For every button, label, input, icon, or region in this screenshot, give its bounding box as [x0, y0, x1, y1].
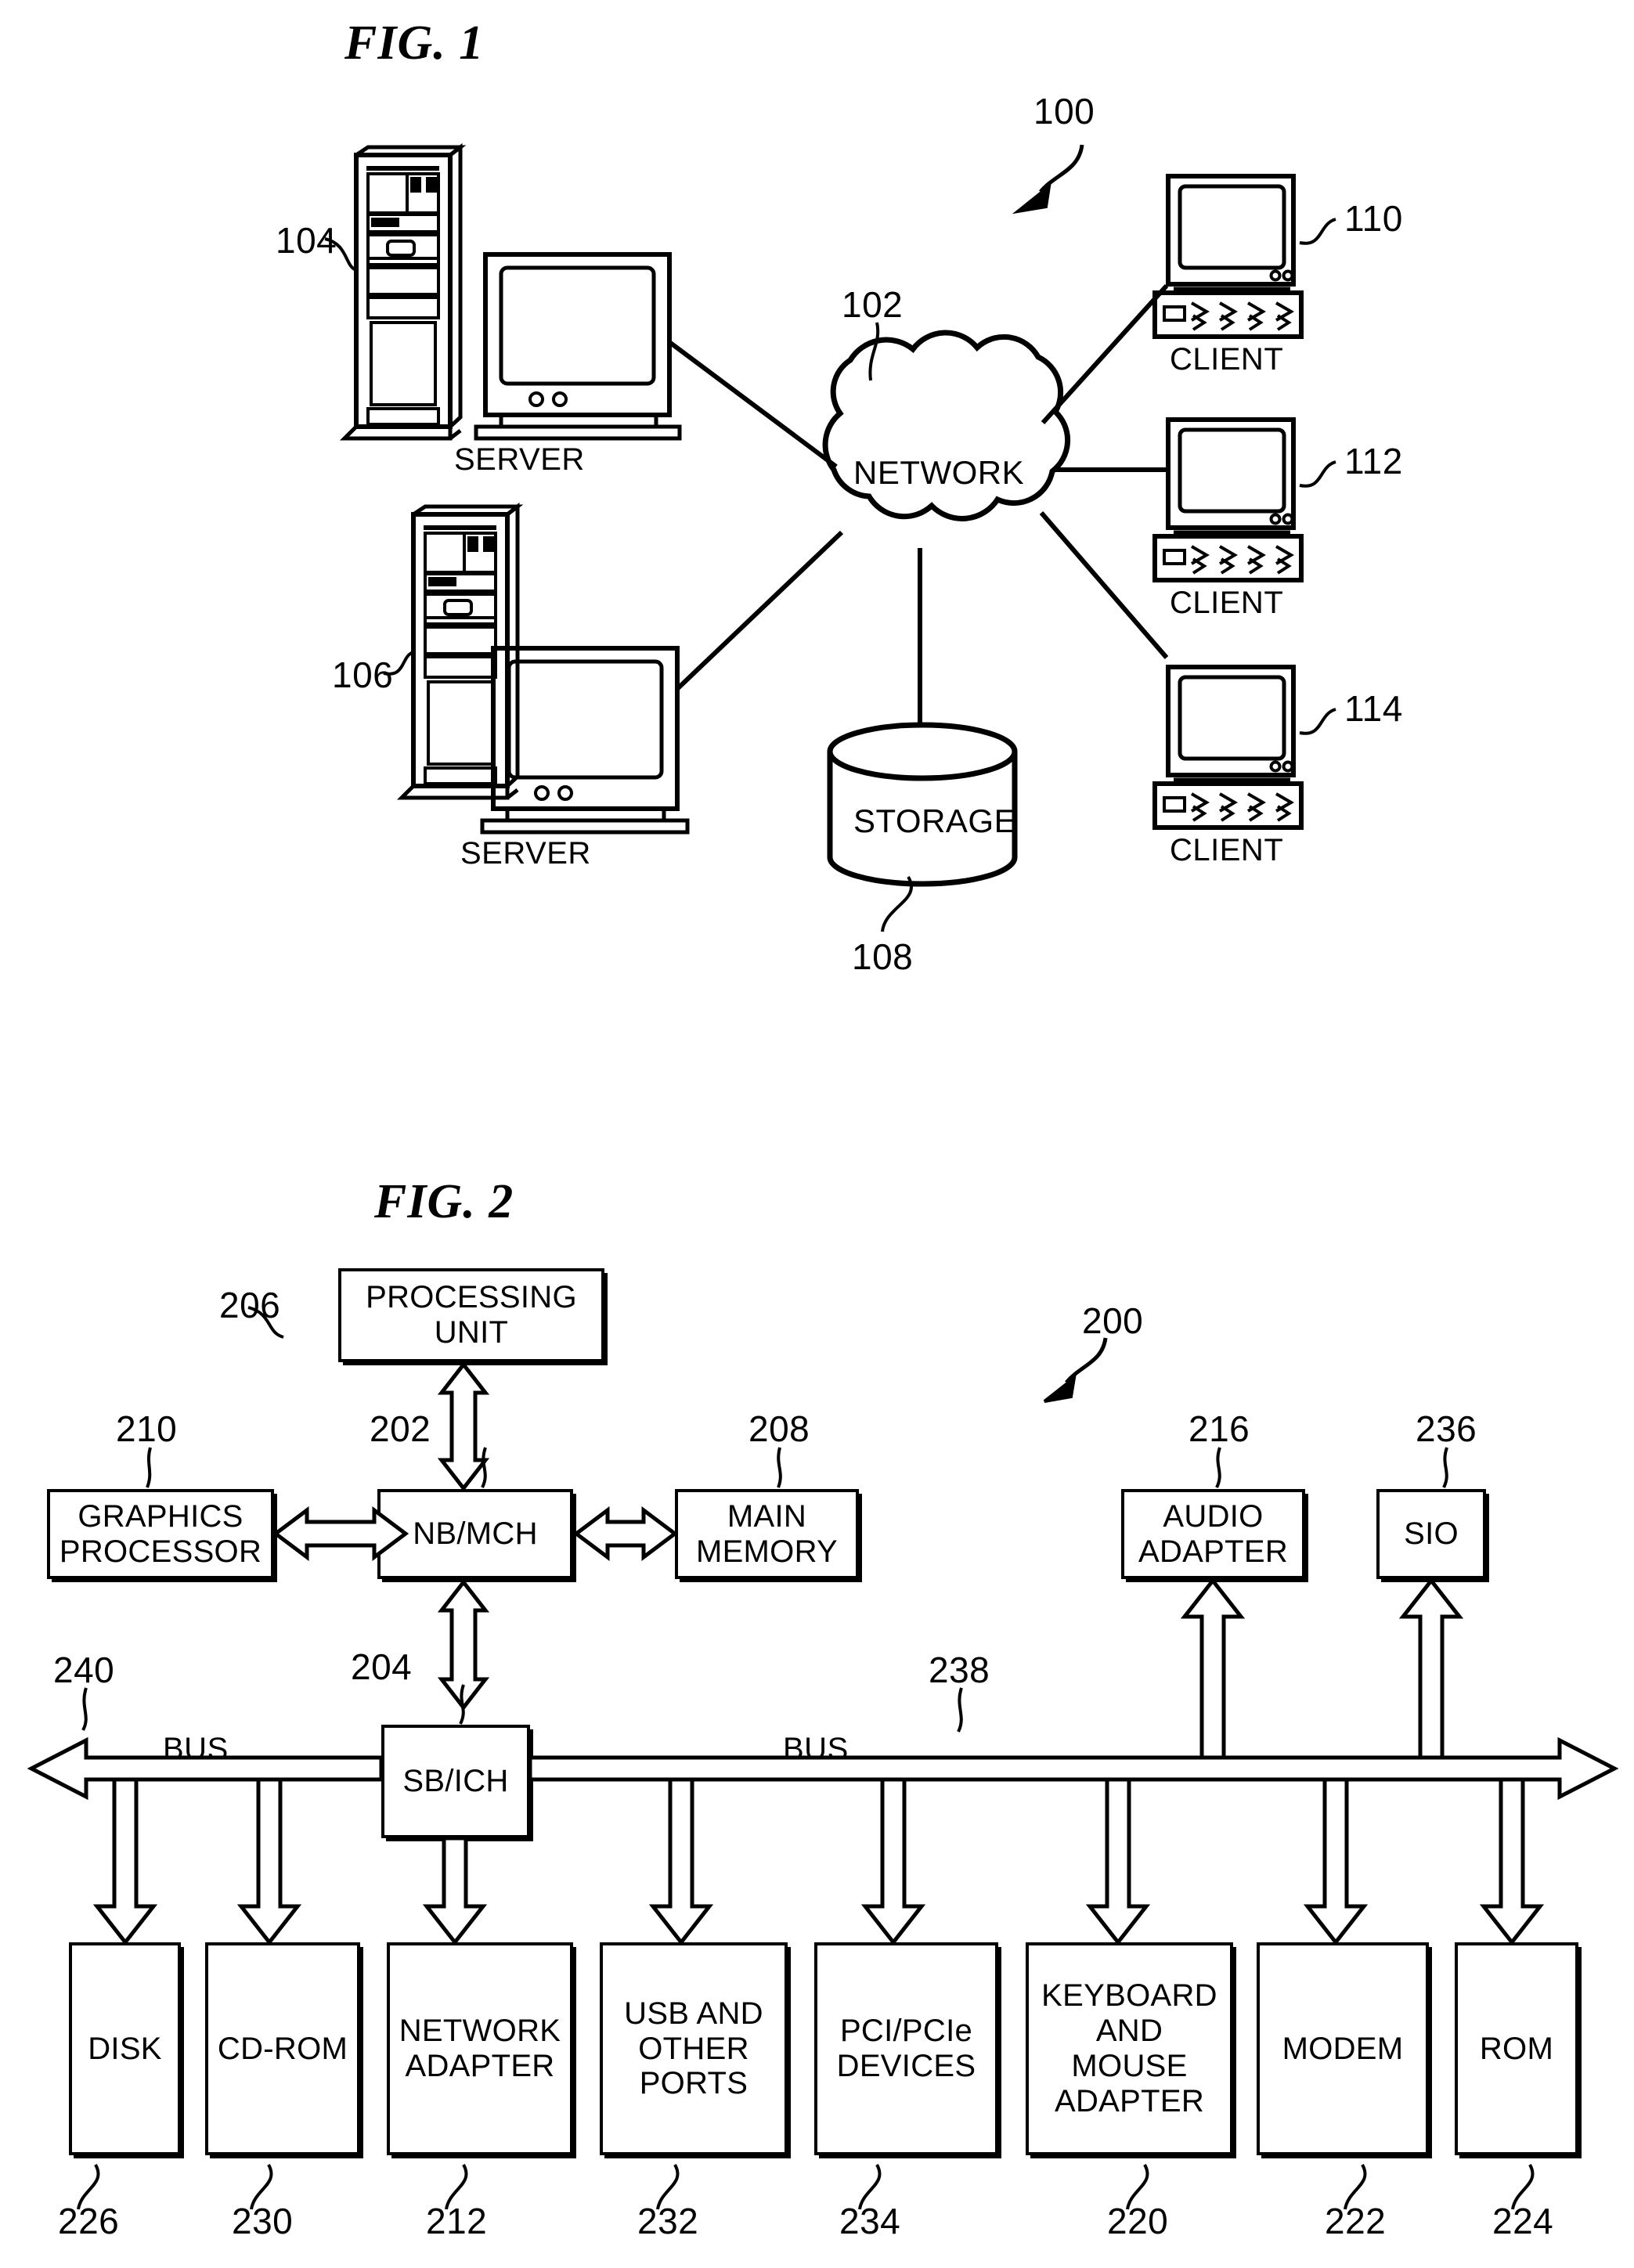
ref-208: 208	[748, 1408, 810, 1449]
ref-238: 238	[929, 1650, 990, 1690]
leader-210	[146, 1447, 152, 1488]
leader-114	[1299, 708, 1336, 735]
leader-216	[1215, 1447, 1221, 1488]
bus-up-arrows	[1180, 1577, 1464, 1760]
label-bus-left: BUS	[163, 1732, 229, 1766]
arrow-gp-nbmch	[272, 1506, 409, 1561]
label-network: NETWORK	[853, 454, 1025, 491]
arrow-pu-nbmch	[437, 1361, 490, 1492]
ref-110: 110	[1344, 198, 1403, 239]
link-server106-network	[675, 530, 844, 691]
leader-110	[1299, 218, 1336, 245]
ref-240: 240	[53, 1650, 115, 1690]
ref-212: 212	[426, 2201, 488, 2241]
ref-108: 108	[852, 936, 914, 977]
ref-100: 100	[1033, 91, 1095, 132]
client-112	[1152, 417, 1304, 582]
ref-202: 202	[370, 1408, 431, 1449]
fig2-artwork	[27, 1306, 1619, 2210]
label-bus-right: BUS	[783, 1732, 849, 1766]
ref-102: 102	[842, 284, 904, 325]
arrow-nbmch-mm	[572, 1506, 679, 1561]
server-104-monitor	[474, 252, 682, 441]
link-network-client114	[1039, 511, 1169, 659]
leader-208	[777, 1447, 782, 1488]
link-server104-network	[668, 340, 838, 469]
label-client-112: CLIENT	[1170, 586, 1284, 620]
leader-236	[1442, 1447, 1448, 1488]
ref-234: 234	[839, 2201, 901, 2241]
label-client-114: CLIENT	[1170, 833, 1284, 867]
ref-112: 112	[1344, 441, 1403, 481]
server-106-monitor	[480, 646, 690, 835]
client-110	[1152, 174, 1304, 339]
ref-236: 236	[1416, 1408, 1477, 1449]
ref-222: 222	[1325, 2201, 1387, 2241]
leader-240	[81, 1687, 88, 1731]
ref-204: 204	[351, 1646, 413, 1687]
system-200-arrow	[1043, 1337, 1108, 1403]
system-100-arrow	[1012, 144, 1084, 215]
leader-202	[481, 1447, 487, 1488]
leader-112	[1299, 460, 1336, 488]
label-server-104: SERVER	[454, 442, 585, 477]
ref-230: 230	[232, 2201, 294, 2241]
ref-226: 226	[58, 2201, 120, 2241]
ref-220: 220	[1107, 2201, 1169, 2241]
fig1-artwork	[324, 142, 1336, 932]
ref-114: 114	[1344, 688, 1403, 729]
ref-104: 104	[276, 220, 337, 261]
ref-210: 210	[116, 1408, 178, 1449]
label-client-110: CLIENT	[1170, 342, 1284, 377]
ref-224: 224	[1492, 2201, 1554, 2241]
ref-106: 106	[332, 654, 394, 695]
label-server-106: SERVER	[460, 836, 591, 871]
client-114	[1152, 665, 1304, 830]
label-storage: STORAGE	[853, 802, 1017, 839]
leader-204	[459, 1684, 465, 1725]
bus-down-arrows	[92, 1777, 1545, 1946]
ref-216: 216	[1189, 1408, 1250, 1449]
patent-figure-sheet: FIG. 1 100 104 106 102 108 110 112 114 S…	[0, 0, 1634, 2268]
ref-232: 232	[637, 2201, 699, 2241]
ref-200: 200	[1082, 1300, 1144, 1341]
leader-238	[957, 1687, 963, 1733]
server-104-tower	[339, 142, 467, 441]
link-network-client110	[1041, 283, 1169, 425]
server-106-tower	[396, 502, 524, 800]
ref-206: 206	[219, 1285, 281, 1325]
